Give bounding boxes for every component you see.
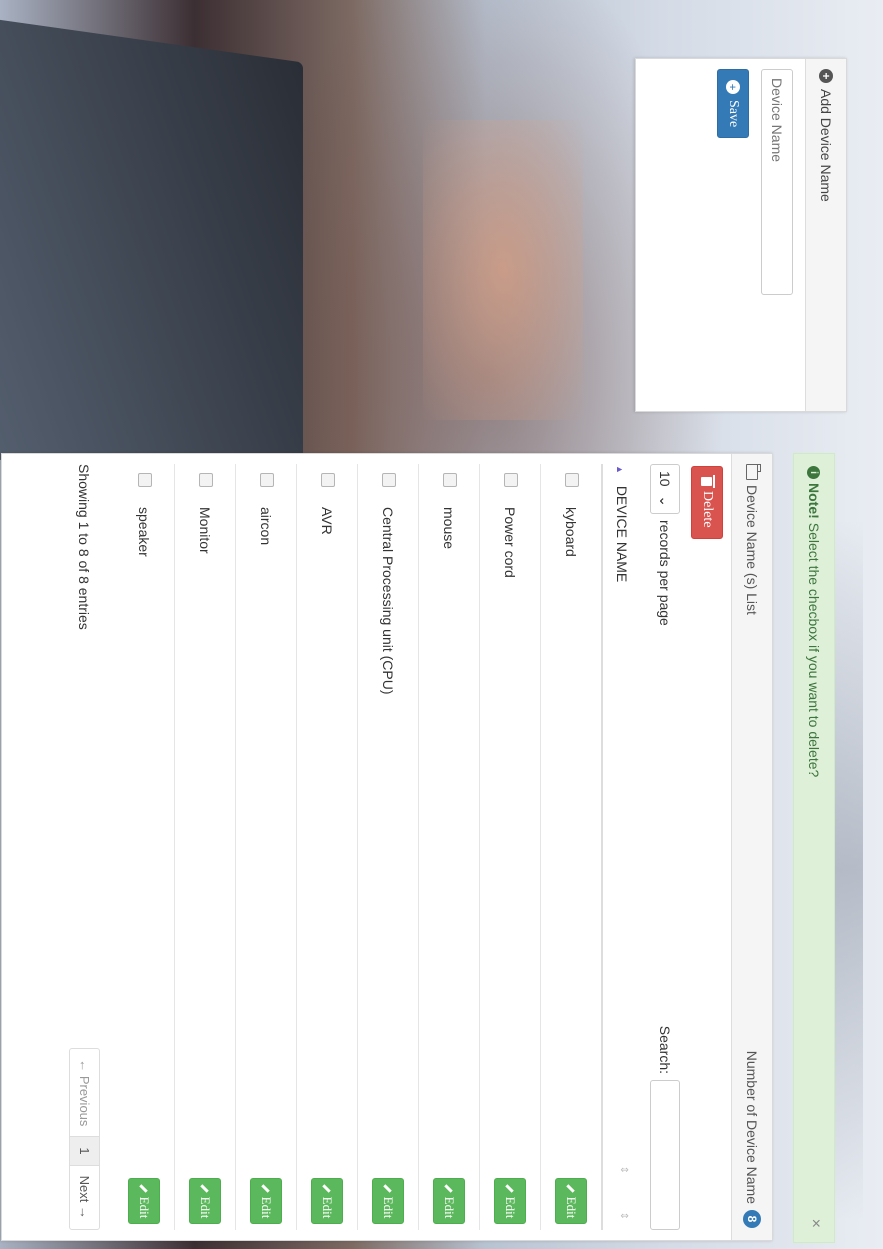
edit-button[interactable]: Edit xyxy=(189,1178,221,1224)
page: + Add Device Name + Save i Note! Select … xyxy=(0,0,883,1249)
close-icon[interactable]: × xyxy=(806,1219,824,1228)
device-name-cell: aircon xyxy=(235,506,297,1167)
laptop-image xyxy=(0,17,303,503)
edit-button[interactable]: Edit xyxy=(128,1178,160,1224)
records-per-page-value: 10 xyxy=(657,471,673,487)
folder-open-icon xyxy=(746,464,758,480)
table-row: aircon Edit xyxy=(235,464,297,1230)
row-checkbox[interactable] xyxy=(199,473,214,487)
edit-button[interactable]: Edit xyxy=(494,1178,526,1224)
delete-button-label: Delete xyxy=(700,491,715,528)
sort-icon: ⇕ xyxy=(618,1211,629,1220)
previous-button[interactable]: ← Previous xyxy=(70,1049,99,1138)
next-button[interactable]: Next → xyxy=(70,1166,99,1229)
records-per-page-select[interactable]: 10 ⌄ xyxy=(650,464,680,514)
table-info: Showing 1 to 8 of 8 entries xyxy=(76,464,93,630)
table-row: kyboard Edit xyxy=(540,464,602,1230)
search-label: Search: xyxy=(657,1025,673,1074)
row-checkbox[interactable] xyxy=(565,473,580,487)
pagination: ← Previous 1 Next → xyxy=(69,1048,100,1230)
page-1-button[interactable]: 1 xyxy=(70,1137,99,1166)
chevron-down-icon: ⌄ xyxy=(657,495,674,507)
device-name-cell: Central Processing unit (CPU) xyxy=(357,506,419,1167)
table-row: speaker Edit xyxy=(114,464,175,1230)
row-checkbox[interactable] xyxy=(504,473,519,487)
note-alert: i Note! Select the checbox if you want t… xyxy=(793,453,835,1243)
edit-button[interactable]: Edit xyxy=(555,1178,587,1224)
column-header-device-name[interactable]: ▲ DEVICE NAME ⇕ ⇕ xyxy=(602,464,641,1230)
note-text: Select the checbox if you want to delete… xyxy=(806,522,822,778)
device-name-cell: kyboard xyxy=(540,506,602,1167)
table-row: mouse Edit xyxy=(418,464,480,1230)
pencil-icon xyxy=(139,1183,149,1193)
save-button[interactable]: + Save xyxy=(717,69,749,139)
add-device-panel: + Add Device Name + Save xyxy=(635,58,847,412)
row-checkbox[interactable] xyxy=(321,473,336,487)
save-button-label: Save xyxy=(726,100,741,128)
row-checkbox[interactable] xyxy=(138,473,153,487)
pencil-icon xyxy=(566,1183,576,1193)
plus-circle-icon: + xyxy=(819,69,833,83)
sort-asc-icon: ▲ xyxy=(615,465,625,474)
device-name-input[interactable] xyxy=(761,69,793,295)
edit-button[interactable]: Edit xyxy=(250,1178,282,1224)
edit-button[interactable]: Edit xyxy=(372,1178,404,1224)
device-name-cell: AVR xyxy=(296,506,358,1167)
info-icon: i xyxy=(807,466,821,479)
device-list-panel: Device Name (s) List Number of Device Na… xyxy=(1,453,773,1241)
plus-circle-icon: + xyxy=(726,80,740,94)
table-row: AVR Edit xyxy=(296,464,358,1230)
device-count-badge: 8 xyxy=(743,1210,761,1228)
pencil-icon xyxy=(505,1183,515,1193)
add-device-title: Add Device Name xyxy=(818,89,834,202)
pencil-icon xyxy=(383,1183,393,1193)
device-name-cell: mouse xyxy=(418,506,480,1167)
device-list-title: Device Name (s) List xyxy=(744,485,760,615)
pencil-icon xyxy=(261,1183,271,1193)
table-row: Monitor Edit xyxy=(174,464,236,1230)
table-row: Power cord Edit xyxy=(479,464,541,1230)
device-name-cell: Monitor xyxy=(174,506,236,1167)
pencil-icon xyxy=(322,1183,332,1193)
note-lead: Note! xyxy=(806,483,822,519)
device-name-cell: speaker xyxy=(114,506,175,1167)
device-count-label: Number of Device Name xyxy=(744,1050,760,1204)
device-list-header: Device Name (s) List Number of Device Na… xyxy=(731,454,772,1240)
edit-button[interactable]: Edit xyxy=(433,1178,465,1224)
row-checkbox[interactable] xyxy=(382,473,397,487)
search-input[interactable] xyxy=(650,1080,680,1230)
delete-button[interactable]: Delete xyxy=(691,466,723,539)
pencil-icon xyxy=(444,1183,454,1193)
add-device-header: + Add Device Name xyxy=(805,59,846,411)
sort-icon: ⇕ xyxy=(618,1165,629,1174)
trash-icon xyxy=(701,477,713,486)
edit-button[interactable]: Edit xyxy=(311,1178,343,1224)
device-table: ▲ DEVICE NAME ⇕ ⇕ kyboard Edit Power cor… xyxy=(114,464,641,1230)
row-checkbox[interactable] xyxy=(260,473,275,487)
device-name-cell: Power cord xyxy=(479,506,541,1167)
table-row: Central Processing unit (CPU) Edit xyxy=(357,464,419,1230)
pencil-icon xyxy=(200,1183,210,1193)
row-checkbox[interactable] xyxy=(443,473,458,487)
records-per-page-label: records per page xyxy=(657,520,673,626)
